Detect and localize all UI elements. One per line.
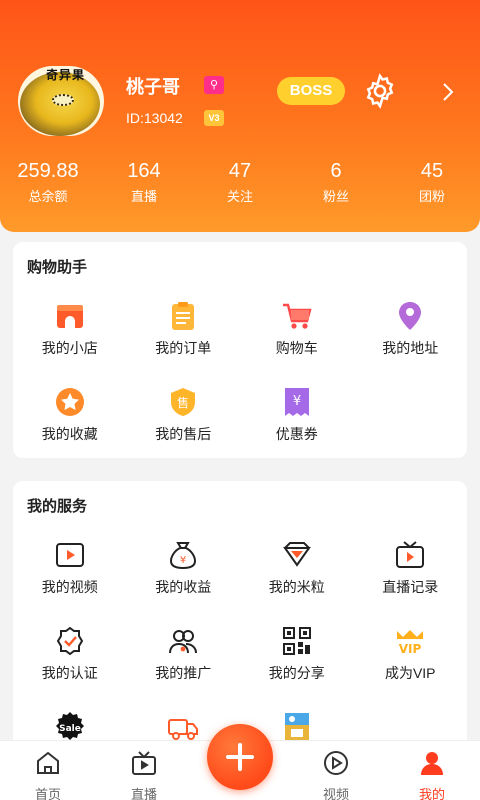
item-label: 我的推广 — [155, 665, 212, 681]
gem-icon — [282, 542, 311, 567]
item-label: 我的认证 — [41, 665, 98, 681]
item-label: 直播记录 — [382, 579, 439, 595]
item-label: 我的收益 — [155, 579, 212, 595]
sale-icon: Sale — [55, 712, 84, 740]
section-title: 购物助手 — [27, 259, 88, 276]
stat-label: 关注 — [226, 189, 253, 204]
vip-crown-icon: VIP — [397, 630, 424, 656]
profile-icon — [421, 752, 443, 775]
stats-row: 259.88 总余额 164 直播 47 关注 6 粉丝 45 团粉 — [0, 158, 480, 214]
verified-icon — [56, 626, 83, 656]
my-verification-item[interactable]: 我的认证 — [13, 619, 127, 705]
username: 桃子哥 — [126, 77, 180, 97]
location-icon — [399, 302, 422, 330]
item-label: 我的米粒 — [268, 579, 325, 595]
coupon-item[interactable]: ¥ 优惠券 — [240, 380, 354, 466]
tab-mine[interactable]: 我的 — [384, 741, 480, 800]
stat-value: 6 — [330, 160, 342, 182]
stat-value: 47 — [228, 160, 252, 182]
stat-label: 总余额 — [28, 189, 68, 204]
coupon-icon: ¥ — [284, 388, 309, 416]
after-sale-icon: 售 — [171, 388, 196, 416]
profile-header: 奇异果 桃子哥 ⚲ ID:13042 V3 BOSS 259.88 总余额 16… — [0, 0, 480, 232]
live-tv-icon — [132, 751, 156, 775]
my-shop-item[interactable]: 我的小店 — [13, 294, 127, 380]
stat-live[interactable]: 164 直播 — [96, 158, 192, 214]
my-orders-item[interactable]: 我的订单 — [127, 294, 241, 380]
svg-text:VIP: VIP — [399, 642, 422, 656]
star-icon — [55, 388, 84, 416]
level-badge: V3 — [204, 110, 224, 126]
stat-value: 259.88 — [17, 160, 79, 182]
item-label: 我的视频 — [41, 579, 98, 595]
stat-value: 45 — [420, 160, 444, 182]
item-label: 我的地址 — [382, 340, 439, 356]
tab-label: 首页 — [34, 787, 61, 800]
home-icon — [37, 751, 59, 774]
live-records-item[interactable]: 直播记录 — [354, 533, 468, 619]
qr-icon — [282, 627, 311, 655]
become-vip-item[interactable]: VIP 成为VIP — [354, 619, 468, 705]
tab-label: 我的 — [418, 787, 445, 800]
svg-text:¥: ¥ — [180, 555, 186, 566]
item-label: 我的订单 — [155, 340, 212, 356]
boss-button[interactable]: BOSS — [277, 77, 345, 105]
avatar-brand-text: 奇异果 — [46, 68, 86, 82]
stat-balance[interactable]: 259.88 总余额 — [0, 158, 96, 214]
my-earnings-item[interactable]: ¥ 我的收益 — [127, 533, 241, 619]
my-services-card: 我的服务 我的视频 ¥ 我的收益 我的米粒 直播记录 我的认证 我的推广 我的分… — [13, 481, 467, 761]
money-bag-icon: ¥ — [170, 542, 197, 570]
item-label: 优惠券 — [275, 426, 318, 442]
tab-label: 视频 — [322, 787, 349, 800]
my-share-item[interactable]: 我的分享 — [240, 619, 354, 705]
item-label: 我的收藏 — [41, 426, 98, 442]
tv-icon — [396, 541, 425, 568]
svg-text:售: 售 — [177, 395, 189, 410]
image-box-icon — [284, 713, 309, 741]
tab-live[interactable]: 直播 — [96, 741, 192, 800]
chevron-right-icon[interactable] — [436, 78, 460, 106]
stat-label: 团粉 — [418, 189, 445, 204]
avatar[interactable]: 奇异果 — [18, 66, 104, 136]
svg-text:¥: ¥ — [293, 394, 301, 409]
tab-video[interactable]: 视频 — [288, 741, 384, 800]
item-label: 购物车 — [275, 340, 318, 356]
item-label: 成为VIP — [384, 665, 436, 681]
my-address-item[interactable]: 我的地址 — [354, 294, 468, 380]
stat-group-fans[interactable]: 45 团粉 — [384, 158, 480, 214]
settings-gear-icon[interactable] — [361, 72, 399, 110]
cart-item[interactable]: 购物车 — [240, 294, 354, 380]
shop-icon — [56, 305, 83, 328]
my-rice-item[interactable]: 我的米粒 — [240, 533, 354, 619]
kiwi-core — [52, 94, 74, 106]
user-id: ID:13042 — [126, 110, 183, 126]
my-videos-item[interactable]: 我的视频 — [13, 533, 127, 619]
tab-home[interactable]: 首页 — [0, 741, 96, 800]
after-sale-item[interactable]: 售 我的售后 — [127, 380, 241, 466]
tab-label: 直播 — [130, 787, 157, 800]
play-icon — [324, 751, 348, 775]
stat-label: 粉丝 — [322, 189, 349, 204]
vip-badge-icon: ⚲ — [204, 76, 224, 94]
item-label: 我的分享 — [268, 665, 325, 681]
sale-badge-text: Sale — [59, 724, 81, 734]
shopping-assistant-card: 购物助手 我的小店 我的订单 购物车 我的地址 我的收藏 售 我的售后 ¥ 优惠… — [13, 242, 467, 458]
stat-value: 164 — [127, 160, 161, 182]
truck-icon — [168, 719, 199, 740]
users-icon — [169, 630, 198, 654]
item-label: 我的小店 — [41, 340, 98, 356]
stat-label: 直播 — [130, 189, 157, 204]
my-promotion-item[interactable]: 我的推广 — [127, 619, 241, 705]
my-favorites-item[interactable]: 我的收藏 — [13, 380, 127, 466]
stat-following[interactable]: 47 关注 — [192, 158, 288, 214]
stat-fans[interactable]: 6 粉丝 — [288, 158, 384, 214]
order-icon — [172, 302, 195, 330]
create-plus-button[interactable] — [207, 724, 273, 790]
section-title: 我的服务 — [27, 498, 88, 515]
video-icon — [55, 543, 84, 567]
item-label: 我的售后 — [155, 426, 212, 442]
cart-icon — [282, 303, 312, 329]
